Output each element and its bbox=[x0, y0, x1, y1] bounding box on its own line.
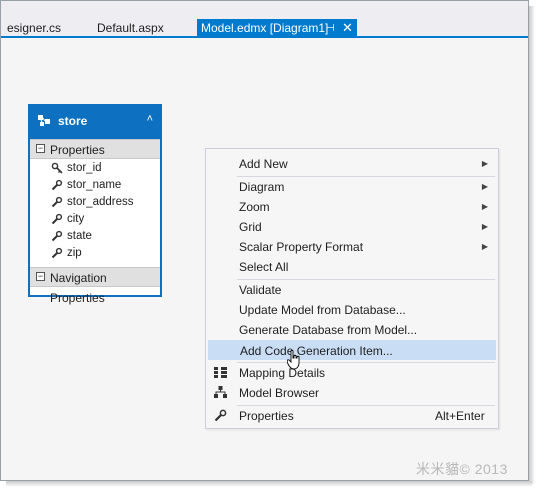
menu-item-update-model[interactable]: Update Model from Database... bbox=[208, 300, 496, 320]
context-menu: Add New ▶ Diagram ▶ Zoom ▶ Grid ▶ Scalar… bbox=[205, 148, 499, 429]
collapse-box-icon[interactable]: − bbox=[36, 144, 45, 153]
menu-item-grid[interactable]: Grid ▶ bbox=[208, 217, 496, 237]
wrench-icon bbox=[51, 179, 63, 191]
property-name: stor_name bbox=[67, 179, 122, 191]
menu-item-add-code-generation[interactable]: Add Code Generation Item... bbox=[208, 340, 496, 360]
collapse-box-icon[interactable]: − bbox=[36, 272, 45, 281]
wrench-icon bbox=[51, 230, 63, 242]
menu-item-select-all[interactable]: Select All bbox=[208, 257, 496, 277]
property-list: stor_id stor_name stor_address city stat… bbox=[30, 159, 160, 264]
menu-item-zoom[interactable]: Zoom ▶ bbox=[208, 197, 496, 217]
menu-item-label: Validate bbox=[239, 283, 282, 297]
submenu-arrow-icon: ▶ bbox=[481, 242, 488, 251]
document-tab-strip: esigner.cs Default.aspx Model.edmx [Diag… bbox=[1, 1, 528, 38]
collapse-chevron-icon[interactable]: ˄ bbox=[147, 113, 153, 125]
entity-store[interactable]: store ˄ − Properties stor_id stor_name s… bbox=[28, 104, 162, 305]
properties-section-label: Properties bbox=[50, 143, 105, 157]
menu-item-label: Grid bbox=[239, 220, 262, 234]
entity-property[interactable]: zip bbox=[30, 245, 160, 262]
submenu-arrow-icon: ▶ bbox=[481, 222, 488, 231]
property-name: state bbox=[67, 230, 92, 242]
entity-property[interactable]: city bbox=[30, 211, 160, 228]
entity-header[interactable]: store ˄ bbox=[30, 106, 160, 139]
menu-item-label: Properties bbox=[239, 409, 294, 423]
menu-item-shortcut: Alt+Enter bbox=[435, 409, 485, 423]
mapping-details-icon bbox=[214, 367, 227, 378]
menu-item-properties[interactable]: Properties Alt+Enter bbox=[208, 406, 496, 426]
menu-item-generate-database[interactable]: Generate Database from Model... bbox=[208, 320, 496, 340]
menu-item-label: Generate Database from Model... bbox=[239, 323, 418, 337]
menu-item-label: Select All bbox=[239, 260, 289, 274]
menu-item-mapping-details[interactable]: Mapping Details bbox=[208, 363, 496, 383]
menu-item-validate[interactable]: Validate bbox=[208, 280, 496, 300]
entity-property[interactable]: stor_address bbox=[30, 194, 160, 211]
property-name: stor_id bbox=[67, 162, 102, 174]
submenu-arrow-icon: ▶ bbox=[481, 182, 488, 191]
close-icon[interactable]: ✕ bbox=[342, 18, 353, 37]
frame-shadow-bottom bbox=[6, 481, 532, 487]
navigation-section-header[interactable]: − Navigation Properties bbox=[30, 267, 160, 305]
watermark: 米米貓© 2013 bbox=[416, 461, 508, 477]
menu-item-diagram[interactable]: Diagram ▶ bbox=[208, 177, 496, 197]
menu-item-label: Update Model from Database... bbox=[239, 303, 406, 317]
menu-item-add-new[interactable]: Add New ▶ bbox=[208, 154, 496, 174]
menu-item-model-browser[interactable]: Model Browser bbox=[208, 383, 496, 403]
entity-name: store bbox=[58, 114, 88, 128]
entity-property[interactable]: state bbox=[30, 228, 160, 245]
menu-item-label: Mapping Details bbox=[239, 366, 326, 380]
menu-item-label: Diagram bbox=[239, 180, 285, 194]
wrench-icon bbox=[214, 409, 227, 422]
properties-section-header[interactable]: − Properties bbox=[30, 139, 160, 159]
wrench-icon bbox=[51, 247, 63, 259]
tab-label: Model.edmx [Diagram1] bbox=[201, 21, 329, 35]
menu-item-label: Add Code Generation Item... bbox=[240, 344, 393, 358]
property-name: city bbox=[67, 213, 85, 225]
menu-item-label: Zoom bbox=[239, 200, 270, 214]
frame-shadow-right bbox=[529, 6, 535, 484]
mouse-cursor-icon bbox=[287, 350, 300, 370]
window-frame: esigner.cs Default.aspx Model.edmx [Diag… bbox=[0, 0, 529, 481]
entity-property[interactable]: stor_name bbox=[30, 177, 160, 194]
wrench-icon bbox=[51, 213, 63, 225]
model-browser-icon bbox=[214, 386, 227, 398]
menu-item-label: Model Browser bbox=[239, 386, 320, 400]
menu-item-scalar-property-format[interactable]: Scalar Property Format ▶ bbox=[208, 237, 496, 257]
property-name: stor_address bbox=[67, 196, 134, 208]
property-name: zip bbox=[67, 247, 82, 259]
submenu-arrow-icon: ▶ bbox=[481, 159, 488, 168]
entity-property[interactable]: stor_id bbox=[30, 160, 160, 177]
menu-item-label: Add New bbox=[239, 157, 288, 171]
submenu-arrow-icon: ▶ bbox=[481, 202, 488, 211]
entity-icon bbox=[38, 115, 50, 126]
navigation-section-label: Navigation Properties bbox=[50, 271, 107, 305]
menu-item-label: Scalar Property Format bbox=[239, 240, 364, 254]
wrench-icon bbox=[51, 196, 63, 208]
key-icon bbox=[51, 162, 63, 174]
